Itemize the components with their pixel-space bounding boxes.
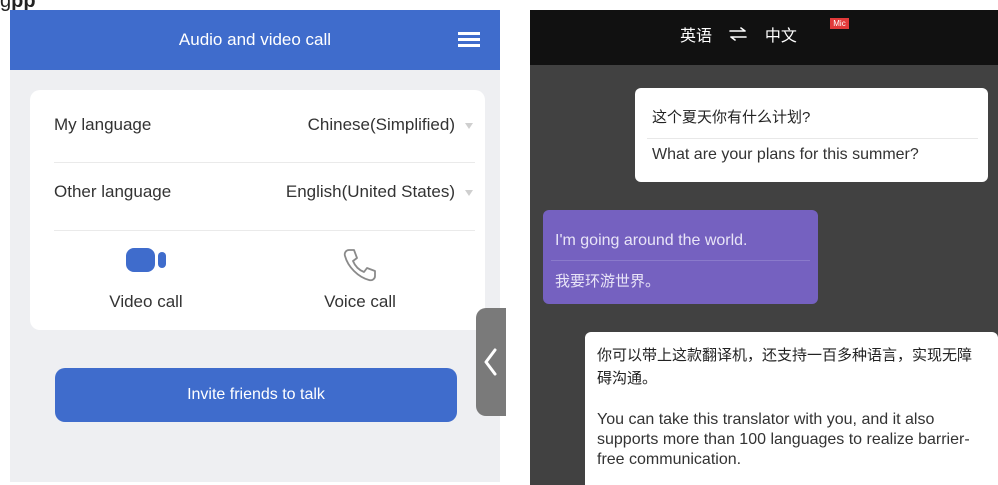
- video-camera-icon: [126, 246, 166, 279]
- my-language-label: My language: [54, 115, 152, 134]
- video-call-label: Video call: [109, 292, 183, 311]
- language-switch[interactable]: 英语 中文: [680, 25, 797, 49]
- other-language-select[interactable]: Other language English(United States): [30, 162, 485, 222]
- top-caption: gpp: [0, 0, 36, 11]
- divider: [54, 230, 475, 231]
- page-title: Audio and video call: [178, 30, 332, 49]
- language-settings-card: My language Chinese(Simplified) Other la…: [30, 90, 485, 330]
- caret-down-icon: [465, 123, 473, 129]
- message-translation: What are your plans for this summer?: [652, 146, 919, 163]
- collapse-panel-handle[interactable]: [476, 308, 506, 416]
- app-header: Audio and video call: [10, 10, 500, 70]
- message-bubble: I'm going around the world. 我要环游世界。: [543, 210, 818, 304]
- swap-arrows-icon[interactable]: [728, 25, 748, 49]
- video-call-button[interactable]: Video call: [76, 240, 216, 325]
- message-translation: You can take this translator with you, a…: [597, 411, 970, 468]
- voice-call-button[interactable]: Voice call: [290, 240, 430, 325]
- source-language[interactable]: 英语: [680, 25, 712, 49]
- phone-icon: [341, 246, 379, 289]
- my-language-select[interactable]: My language Chinese(Simplified): [30, 95, 485, 155]
- menu-list-icon[interactable]: [458, 32, 480, 49]
- other-language-value: English(United States): [285, 182, 455, 201]
- message-translation: 我要环游世界。: [555, 273, 661, 290]
- language-header: 英语 中文 Mic: [530, 10, 998, 65]
- translation-chat-screen: 英语 中文 Mic 这个夏天你有什么计划? What are your plan…: [530, 10, 998, 485]
- call-setup-screen: Audio and video call My language Chinese…: [10, 10, 500, 482]
- message-bubble: 你可以带上这款翻译机，还支持一百多种语言，实现无障碍沟通。 You can ta…: [585, 332, 998, 485]
- chevron-left-icon: [484, 348, 497, 376]
- message-original: I'm going around the world.: [555, 232, 748, 249]
- status-badge: Mic: [830, 18, 849, 29]
- caret-down-icon: [465, 190, 473, 196]
- my-language-value: Chinese(Simplified): [307, 115, 455, 134]
- message-original: 你可以带上这款翻译机，还支持一百多种语言，实现无障碍沟通。: [597, 347, 973, 387]
- voice-call-label: Voice call: [324, 292, 396, 311]
- target-language[interactable]: 中文: [765, 25, 797, 49]
- divider: [647, 138, 978, 139]
- divider: [551, 260, 810, 261]
- message-bubble: 这个夏天你有什么计划? What are your plans for this…: [635, 88, 988, 182]
- other-language-label: Other language: [54, 182, 172, 201]
- invite-friends-button[interactable]: Invite friends to talk: [55, 368, 457, 422]
- message-original: 这个夏天你有什么计划?: [652, 109, 811, 126]
